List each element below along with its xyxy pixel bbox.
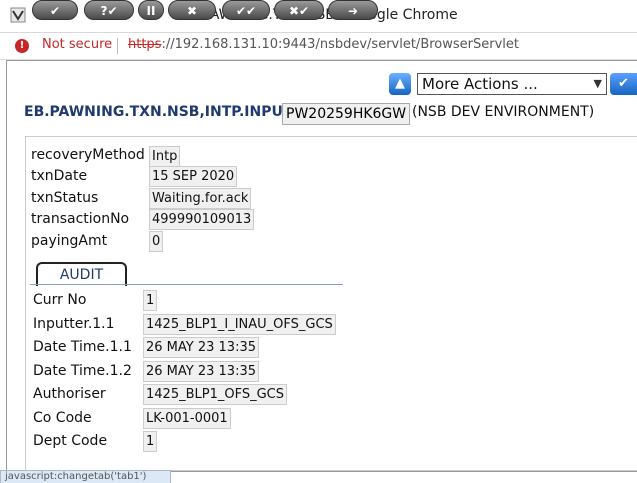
field-label: txnDate	[31, 168, 88, 184]
tab-audit[interactable]: AUDIT	[36, 262, 127, 286]
audit-label: Date Time.1.2	[33, 363, 132, 379]
actions-dropdown[interactable]: More Actions ... ▼	[417, 73, 607, 95]
audit-value: 26 MAY 23 13:35	[143, 361, 259, 382]
delete-button[interactable]: ✖	[168, 0, 216, 20]
audit-value: LK-001-0001	[143, 408, 231, 429]
tab-divider	[30, 284, 343, 285]
field-value: 15 SEP 2020	[149, 166, 238, 187]
status-bar: javascript:changetab('tab1')	[0, 470, 171, 483]
warning-icon[interactable]: !	[15, 39, 29, 53]
field-value: Waiting.for.ack	[149, 188, 252, 209]
version-name: EB.PAWNING.TXN.NSB,INTP.INPUT	[24, 104, 293, 120]
reverse-button[interactable]: ✖✔	[274, 0, 324, 20]
next-button[interactable]: ➜	[328, 0, 378, 20]
field-label: recoveryMethod	[31, 147, 145, 163]
commit-button[interactable]: ✔	[32, 0, 78, 20]
field-label: payingAmt	[31, 233, 108, 249]
field-value: Intp	[149, 146, 181, 167]
audit-value: 1	[143, 431, 158, 452]
divider	[117, 38, 118, 54]
url-rest: ://192.168.131.10:9443/nsbdev/servlet/Br…	[161, 37, 519, 52]
record-section	[25, 136, 637, 471]
environment-label: (NSB DEV ENVIRONMENT)	[412, 104, 595, 120]
audit-label: Curr No	[33, 292, 87, 308]
audit-label: Dept Code	[33, 433, 108, 449]
audit-value: 1	[143, 290, 158, 311]
field-value: 499990109013	[149, 209, 255, 230]
audit-label: Inputter.1.1	[33, 316, 115, 332]
authorise-button[interactable]: ✔✔	[222, 0, 270, 20]
audit-value: 26 MAY 23 13:35	[143, 337, 259, 358]
chevron-down-icon: ▼	[593, 77, 602, 90]
go-check-icon[interactable]: ✔	[610, 73, 637, 95]
audit-label: Co Code	[33, 410, 92, 426]
validate-button[interactable]: ?✔	[84, 0, 134, 20]
hold-button[interactable]: II	[138, 0, 164, 20]
audit-value: 1425_BLP1_I_INAU_OFS_GCS	[143, 314, 336, 335]
url-text[interactable]: https://192.168.131.10:9443/nsbdev/servl…	[128, 37, 519, 52]
audit-label: Authoriser	[33, 386, 106, 402]
version-line: EB.PAWNING.TXN.NSB,INTP.INPUT	[24, 104, 292, 120]
field-value: 0	[149, 231, 164, 252]
actions-selected: More Actions ...	[422, 75, 538, 93]
address-bar[interactable]: ! Not secure https://192.168.131.10:9443…	[0, 33, 637, 60]
not-secure-label[interactable]: Not secure	[42, 37, 112, 52]
audit-label: Date Time.1.1	[33, 339, 132, 355]
transaction-id: PW20259HK6GW	[282, 103, 411, 125]
field-label: transactionNo	[31, 211, 130, 227]
field-label: txnStatus	[31, 190, 99, 206]
up-arrow-icon[interactable]: ▲	[389, 73, 411, 95]
url-scheme: https	[128, 37, 162, 52]
audit-value: 1425_BLP1_OFS_GCS	[143, 384, 287, 405]
